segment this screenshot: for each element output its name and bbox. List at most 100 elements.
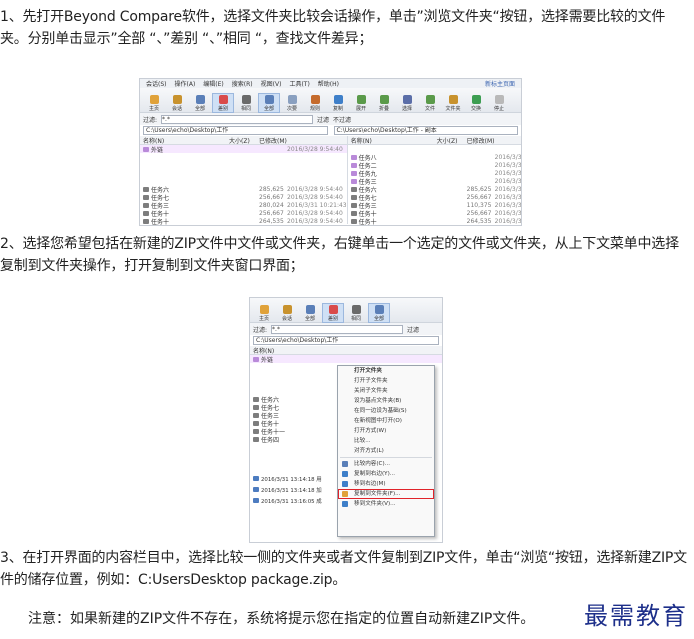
file-modified: 2016/3/31 9:53:52 [494,153,522,161]
context-menu-item: 关闭子文件夹 [338,386,434,396]
toolbar-button-label: 会话 [281,316,292,322]
file-name-cell: 任务十 [143,217,259,225]
folder-icon [143,202,149,208]
note-paragraph: 注意：如果新建的ZIP文件不存在，系统将提示您在指定的位置自动新建ZIP文件。 [28,611,535,627]
toolbar-button-label: 全部 [304,316,315,322]
toolbar-button-label: 规则 [309,106,320,112]
context-menu-item: 在同一边设为基础(S) [338,406,434,416]
folder-icon [143,194,149,200]
beyond-compare-screenshot-1: 会话(S) 操作(A) 编辑(E) 搜索(R) 视图(V) 工具(T) 帮助(H) 新标主页面… [139,78,522,226]
menu-item: 搜索(R) [231,81,253,88]
context-menu-item: 移到右边(M) [338,479,434,489]
toolbar-icon [328,305,338,314]
toolbar-button-label: 复制 [332,106,343,112]
log-row: 2016/3/31 13:14:18 用 [250,473,336,484]
file-modified: 2016/3/31 9:53:52 [494,161,522,169]
file-modified: 2016/3/31 9:53:52 [494,201,522,209]
toolbar-icon [259,305,269,314]
left-path-field: C:\Users\echo\Desktop\工作 [143,126,328,135]
file-modified: 2016/3/28 9:54:40 [287,145,343,153]
toolbar-icon [351,305,361,314]
toolbar-button: 全部 [300,304,320,322]
toolbar-button-label: 次要 [286,106,297,112]
menu-right-label: 新标主页面 [484,81,515,88]
toolbar-button: 折叠 [374,94,394,112]
file-modified: 2016/3/28 9:54:40 [287,217,343,225]
file-row: 外链 2016/3/28 9:54:40 [140,145,347,154]
menu-item-icon [342,461,348,467]
toolbar-icon [172,95,182,104]
toolbar-button: 展开 [351,94,371,112]
app-menu-bar: 会话(S) 操作(A) 编辑(E) 搜索(R) 视图(V) 工具(T) 帮助(H) 新标主页面 [140,79,521,88]
log-icon [253,476,259,481]
toolbar-button-label: 停止 [493,106,504,112]
folder-icon [253,412,259,418]
menu-item-icon [342,481,348,487]
menu-item-label: 设为基点文件夹(B) [354,398,402,404]
right-column-header: 名称(N) 大小(Z) 已修改(M) [347,136,521,145]
path-bar: C:\Users\echo\Desktop\工作 C:\Users\echo\D… [140,125,521,136]
col-name-header: 名称(N) [350,138,372,145]
folder-icon [253,404,259,410]
session-log: 2016/3/31 13:14:18 用 2016/3/31 13:14:18 加… [250,473,336,506]
folder-icon [350,218,357,224]
file-name-cell: 外链 [143,145,259,154]
menu-item-icon [342,471,348,477]
file-modified: 2016/3/28 9:54:40 [287,185,343,193]
file-modified: 2016/3/31 9:53:52 [494,209,522,217]
col-size-header: 大小(Z) [436,138,458,145]
folder-icon [253,428,259,434]
folder-icon [350,194,357,200]
file-modified: 2016/3/31 9:53:52 [494,193,522,201]
toolbar-button-label: 全部 [263,106,274,112]
menu-separator [340,457,432,458]
filter-input: *.* [161,114,314,124]
folder-icon [253,420,259,426]
app-toolbar: 主页 会话 全部 差别 相同 全部 次要 规则 复制 展开 折叠 选择 文件 文件夹 交换 停止 [140,88,521,113]
context-menu-item: 比较... [338,436,434,446]
watermark-text: 最需教育 [584,602,688,630]
toolbar-icon [494,95,504,104]
menu-item-label: 移到右边(M) [354,481,386,487]
context-menu-item: 移到文件夹(V)... [338,499,434,509]
no-filter-button: 不过滤 [333,116,352,124]
file-name-cell: 外链 [253,355,369,364]
file-name: 任务十 [358,218,377,226]
filter-label: 过滤: [143,116,158,124]
file-name: 任务四 [261,436,280,444]
context-menu-item: 复制到右边(Y)... [338,469,434,479]
file-row [140,153,347,161]
step-3-paragraph: 3、在打开界面的内容栏目中，选择比较一侧的文件夹或者文件复制到ZIP文件，单击“… [0,550,687,588]
toolbar-button-label: 全部 [373,316,384,322]
folder-icon [350,178,357,184]
folder-icon [350,210,357,216]
toolbar-button-label: 相同 [350,316,361,322]
log-text: 2016/3/31 13:14:18 用 [261,476,322,483]
menu-item-label: 打开文件夹 [354,368,382,374]
file-row: 任务十 264,535 2016/3/28 9:54:40 [140,217,347,225]
menu-item: 工具(T) [289,81,310,88]
context-menu-item: 打开文件夹 [338,366,434,376]
log-row: 2016/3/31 13:14:18 加 [250,484,336,495]
toolbar-icon [310,95,320,104]
filter-value: *.* [272,325,280,333]
file-modified: 2016/3/31 10:21:43 [287,201,347,209]
folder-icon [350,154,357,160]
file-size: 256,667 [259,193,284,201]
col-name-header: 名称(N) [253,348,275,355]
toolbar-button: 规则 [305,94,325,112]
toolbar-icon [448,95,458,104]
toolbar-button: 复制 [328,94,348,112]
beyond-compare-screenshot-2: 主页 会话 全部 差别 相同 全部 过滤: *.* 过滤 C:\Users\echo\De… [249,297,443,543]
file-name-cell: 任务十 [350,217,467,226]
left-pane: 名称(N) 大小(Z) 已修改(M) 外链 2016/3/28 9:54:40 任务… [140,136,348,225]
path-bar: C:\Users\echo\Desktop\工作 [250,335,442,346]
toolbar-button: 相同 [346,304,366,322]
toolbar-button: 全部 [190,94,210,112]
menu-item: 编辑(E) [203,81,224,88]
folder-icon [350,202,357,208]
menu-item: 帮助(H) [317,81,339,88]
toolbar-button-label: 主页 [148,106,159,112]
file-name: 外链 [151,146,164,154]
toolbar-button: 全部 [368,303,390,323]
